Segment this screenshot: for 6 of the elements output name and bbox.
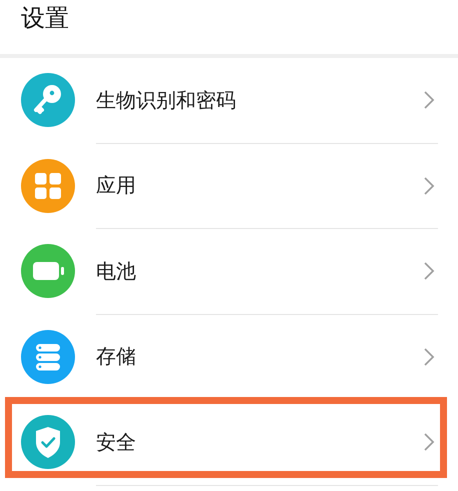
chevron-icon <box>423 261 435 282</box>
chevron-icon <box>423 176 435 196</box>
chevron-icon <box>423 346 435 367</box>
page-title: 设置 <box>21 3 69 34</box>
chevron-icon <box>423 90 435 110</box>
chevron-icon <box>423 432 435 452</box>
